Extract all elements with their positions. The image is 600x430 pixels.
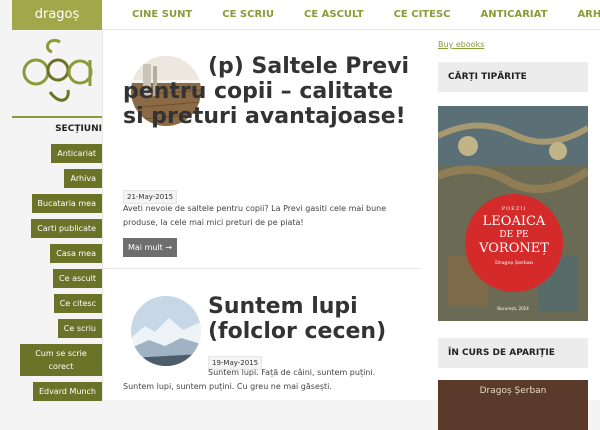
post-excerpt: Suntem lupi. Față de câini, suntem puțin… [123, 368, 376, 391]
book-title-line1: LEOAICA [482, 214, 546, 229]
nav-item-arhiva[interactable]: ARHIVA [577, 0, 600, 29]
nav-item-ce-ascult[interactable]: CE ASCULT [304, 0, 364, 29]
nav-item-anticariat[interactable]: ANTICARIAT [481, 0, 548, 29]
book-author: Dragoș Șerban [479, 386, 547, 396]
book-cover-upcoming[interactable]: Dragoș Șerban [438, 380, 588, 430]
book-cover-leoaica[interactable]: POEZII LEOAICA DE PE VORONEȚ Dragoș Șerb… [438, 106, 588, 321]
post-excerpt: Aveti nevoie de saltele pentru copii? La… [123, 204, 387, 227]
sidebar-item-arhiva[interactable]: Arhiva [64, 169, 102, 188]
book-label: POEZII [501, 206, 527, 212]
post-separator [103, 268, 421, 269]
mountain-image [131, 296, 201, 366]
left-sidebar: SECȚIUNI Anticariat Arhiva Bucataria mea… [12, 30, 102, 401]
sidebar-divider [12, 116, 102, 118]
sidebar-item-carti-publicate[interactable]: Carti publicate [31, 219, 102, 238]
read-more-button[interactable]: Mai mult → [123, 238, 178, 257]
sections-list: Anticariat Arhiva Bucataria mea Carti pu… [20, 144, 102, 407]
sidebar-item-ce-citesc[interactable]: Ce citesc [53, 294, 102, 313]
book-title-line3: VORONEȚ [479, 241, 549, 256]
book-title-line2: DE PE [499, 230, 529, 240]
nav-item-ce-citesc[interactable]: CE CITESC [394, 0, 451, 29]
sections-heading: SECȚIUNI [55, 124, 102, 134]
sidebar-item-ce-ascult[interactable]: Ce ascult [53, 269, 102, 288]
sidebar-item-anticariat[interactable]: Anticariat [51, 144, 102, 163]
right-sidebar: Buy ebooks CĂRȚI TIPĂRITE POEZII LEOAICA… [420, 30, 600, 430]
upcoming-books-title: ÎN CURS DE APARIȚIE [438, 338, 588, 368]
sidebar-item-casa-mea[interactable]: Casa mea [50, 244, 102, 263]
sidebar-item-bucataria-mea[interactable]: Bucataria mea [31, 194, 102, 213]
nav-item-ce-scriu[interactable]: CE SCRIU [222, 0, 274, 29]
sidebar-item-cum-se-scrie-corect[interactable]: Cum se scrie corect [20, 344, 102, 376]
main-content: (p) Saltele Previ pentru copii – calitat… [102, 30, 421, 400]
book-place: București, 2014 [497, 306, 529, 311]
printed-books-title: CĂRȚI TIPĂRITE [438, 62, 588, 92]
top-navigation: CINE SUNT CE SCRIU CE ASCULT CE CITESC A… [102, 0, 600, 30]
site-logo[interactable] [20, 34, 96, 114]
site-title[interactable]: dragoș șerban [12, 0, 102, 52]
post-title[interactable]: (p) Saltele Previ pentru copii – calitat… [123, 54, 413, 129]
book-author: Dragoș Șerban [495, 260, 533, 266]
post-thumbnail[interactable] [131, 296, 201, 366]
post-title[interactable]: Suntem lupi (folclor cecen) [208, 294, 408, 344]
sidebar-item-ce-scriu[interactable]: Ce scriu [57, 319, 102, 338]
buy-ebooks-link[interactable]: Buy ebooks [438, 40, 484, 49]
sidebar-item-edvard-munch[interactable]: Edvard Munch [32, 382, 102, 401]
nav-item-cine-sunt[interactable]: CINE SUNT [132, 0, 192, 29]
